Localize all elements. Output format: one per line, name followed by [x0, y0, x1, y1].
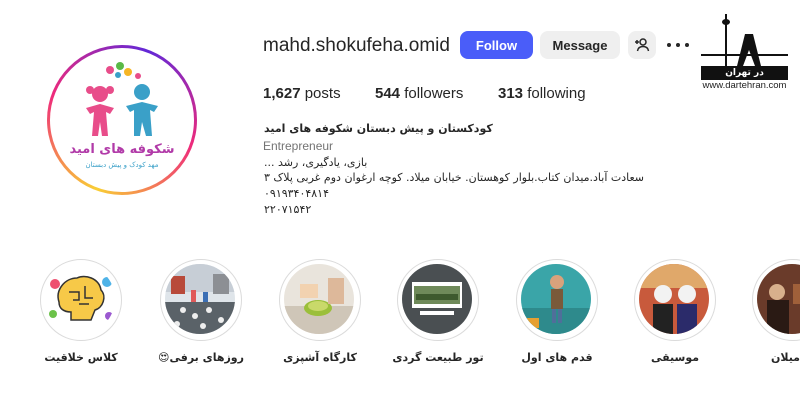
highlight-thumb [284, 264, 354, 334]
more-horizontal-icon [676, 43, 680, 47]
watermark-url: www.dartehran.com [702, 80, 787, 91]
highlight-thumb [165, 264, 235, 334]
bio-phone: ۲۲۰۷۱۵۴۲ [264, 203, 312, 216]
followers-stat[interactable]: 544 followers [375, 85, 463, 102]
cooking-photo-icon [284, 264, 354, 334]
follow-button[interactable]: Follow [460, 31, 533, 59]
followers-count: 544 [375, 85, 401, 102]
bio-line: بازی، یادگیری، رشد ... [264, 156, 368, 169]
posts-label: posts [304, 85, 341, 102]
kids-logo-icon [86, 62, 158, 136]
bio-category: Entrepreneur [263, 139, 334, 153]
more-horizontal-icon [685, 43, 689, 47]
music-class-photo-icon [639, 264, 709, 334]
highlight-label: روزهای برفی😍 [158, 351, 244, 364]
highlight-label: قدم های اول [521, 351, 593, 364]
highlight-label: میلان [770, 351, 800, 364]
highlight-label: کارگاه آشپزی [283, 351, 357, 364]
profile-username: mahd.shokufeha.omid [263, 35, 450, 56]
following-count: 313 [498, 85, 524, 102]
following-label: following [527, 85, 586, 102]
avatar-image: شکوفه های امید مهد کودک و پیش دبستان [50, 48, 194, 192]
message-button[interactable]: Message [540, 31, 620, 59]
highlight-thumb [521, 264, 591, 334]
logo-subtext: مهد کودک و پیش دبستان [85, 161, 159, 169]
bio-address: سعادت آباد.میدان کتاب.بلوار کوهستان. خیا… [264, 171, 645, 184]
highlight-thumb [45, 264, 115, 334]
highlight-thumb [402, 264, 472, 334]
highlight-thumb [639, 264, 709, 334]
bio-name: کودکستان و پیش دبستان شکوفه های امید [264, 122, 493, 135]
highlight-label: تور طبیعت گردی [392, 351, 484, 364]
highlight-label: موسیقی [650, 351, 700, 364]
posts-stat: 1,627 posts [263, 85, 341, 102]
more-options-button[interactable] [667, 35, 689, 55]
nature-tour-photo-icon [402, 264, 472, 334]
colorful-brain-icon [45, 264, 115, 334]
following-stat[interactable]: 313 following [498, 85, 586, 102]
watermark-logo-text: در تهران [725, 68, 764, 78]
first-steps-photo-icon [521, 264, 591, 334]
posts-count: 1,627 [263, 85, 301, 102]
suggest-accounts-button[interactable] [628, 31, 656, 59]
profile-avatar[interactable]: شکوفه های امید مهد کودک و پیش دبستان [47, 45, 197, 195]
more-horizontal-icon [667, 43, 671, 47]
followers-label: followers [404, 85, 464, 102]
bio-phone: ۰۹۱۹۳۴۰۴۸۱۴ [264, 187, 329, 200]
snow-photo-icon [165, 264, 235, 334]
highlight-label: کلاس خلاقیت [44, 351, 118, 364]
person-plus-icon [635, 38, 650, 52]
logo-text: شکوفه های امید [69, 142, 175, 157]
